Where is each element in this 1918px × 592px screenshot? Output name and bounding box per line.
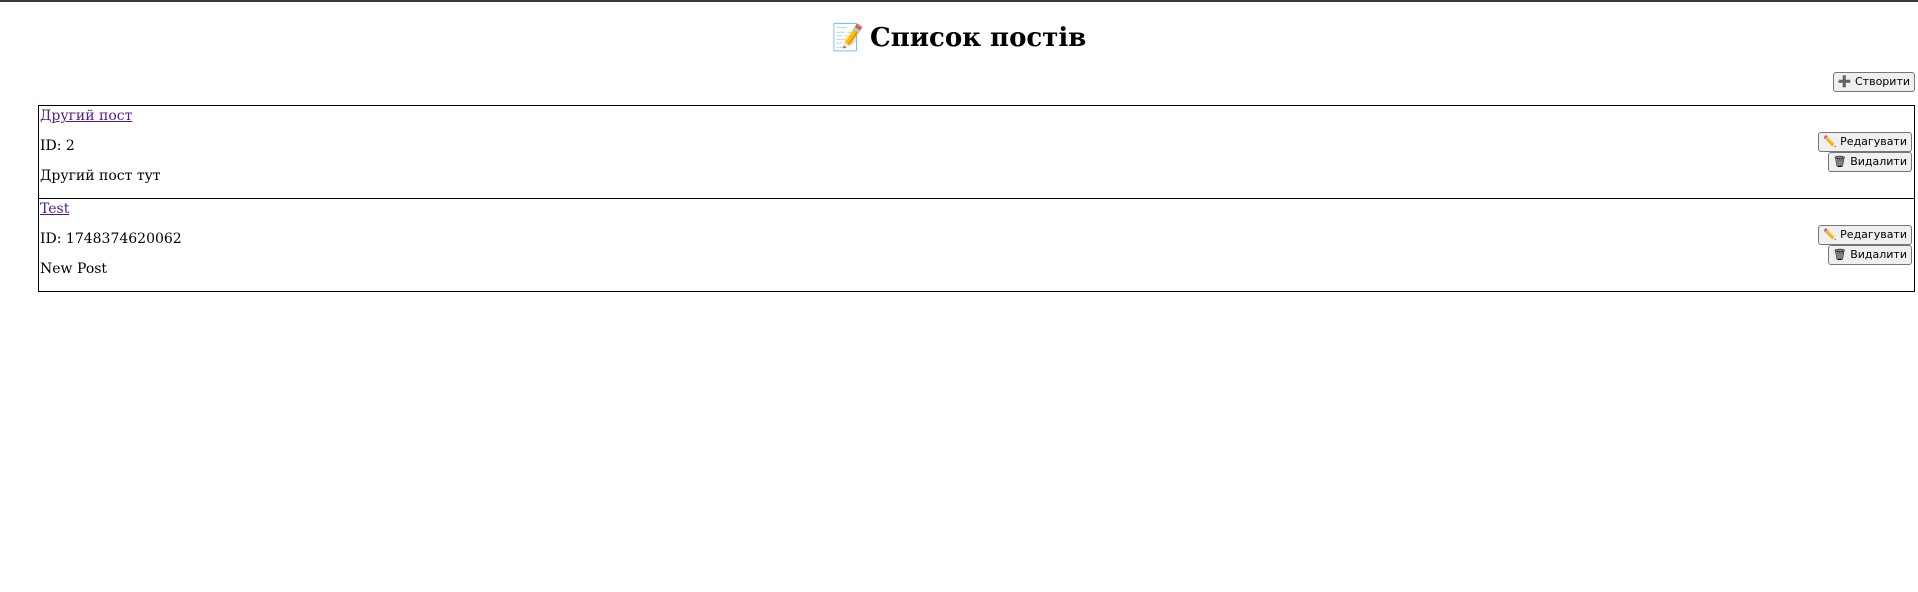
edit-post-button[interactable]: ✏️ Редагувати — [1817, 225, 1912, 245]
post-body: Другий пост тут — [40, 168, 161, 184]
memo-icon: 📝 — [831, 23, 865, 53]
post-body: New Post — [40, 261, 108, 277]
post-title-link[interactable]: Другий пост — [40, 107, 1914, 125]
post-id: ID: 2 — [40, 138, 75, 154]
edit-post-button[interactable]: ✏️ Редагувати — [1817, 132, 1912, 152]
delete-post-button[interactable]: 🗑 Видалити — [1827, 152, 1912, 172]
post-item: Test ID: 1748374620062 New Post ✏️ Редаг… — [38, 198, 1915, 292]
create-post-button[interactable]: ➕ Створити — [1832, 72, 1915, 92]
post-title-link[interactable]: Test — [40, 200, 1914, 218]
delete-post-button[interactable]: 🗑 Видалити — [1827, 245, 1912, 265]
post-actions: ✏️ Редагувати 🗑 Видалити — [1817, 132, 1912, 172]
post-item: Другий пост ID: 2 Другий пост тут ✏️ Ред… — [38, 105, 1915, 199]
top-border-line — [0, 0, 1918, 2]
page-title: 📝 Список постів — [0, 22, 1918, 54]
page-title-text: Список постів — [870, 23, 1087, 53]
post-actions: ✏️ Редагувати 🗑 Видалити — [1817, 225, 1912, 265]
post-id: ID: 1748374620062 — [40, 231, 182, 247]
posts-list: Другий пост ID: 2 Другий пост тут ✏️ Ред… — [38, 105, 1915, 292]
